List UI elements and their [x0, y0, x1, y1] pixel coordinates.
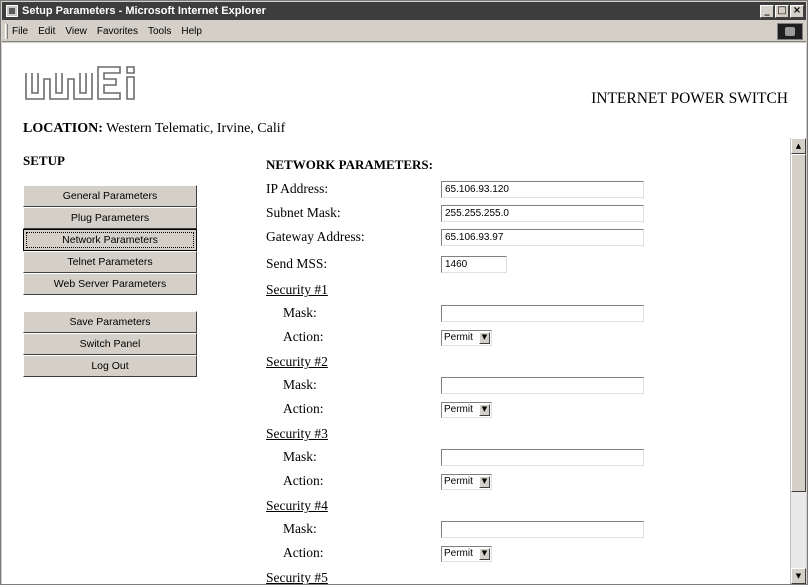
security-3-action-value: Permit [444, 476, 473, 487]
security-1-action-select[interactable]: Permit ▼ [441, 330, 492, 346]
ip-address-input[interactable]: 65.106.93.120 [441, 181, 644, 198]
security-3-mask-label: Mask: [283, 449, 317, 464]
security-4-heading-row: Security #4 [2, 496, 806, 518]
security-4-action-label: Action: [283, 545, 324, 560]
title-bar: Setup Parameters - Microsoft Internet Ex… [2, 2, 806, 20]
scroll-down-icon[interactable]: ▼ [791, 568, 806, 584]
product-banner: INTERNET POWER SWITCH [591, 90, 788, 107]
menu-file[interactable]: File [12, 25, 28, 38]
chevron-down-icon[interactable]: ▼ [479, 332, 490, 344]
location-label: LOCATION: [23, 121, 103, 136]
subnet-mask-row: Subnet Mask: 255.255.255.0 [2, 203, 806, 225]
security-1-mask-input[interactable] [441, 305, 644, 322]
maximize-button[interactable]: □ [775, 4, 789, 18]
security-2-title: Security #2 [266, 354, 328, 369]
security-2-action-select[interactable]: Permit ▼ [441, 402, 492, 418]
security-3-title: Security #3 [266, 426, 328, 441]
menu-tools[interactable]: Tools [148, 25, 171, 38]
ip-address-label: IP Address: [266, 181, 329, 196]
security-2-mask-input[interactable] [441, 377, 644, 394]
security-4-action-select[interactable]: Permit ▼ [441, 546, 492, 562]
security-1-heading-row: Security #1 [2, 280, 806, 302]
ie-app-icon [6, 5, 18, 17]
security-4-mask-row: Mask: [2, 519, 806, 541]
security-4-mask-label: Mask: [283, 521, 317, 536]
toolbar-grip [5, 23, 8, 39]
location-value: Western Telematic, Irvine, Calif [106, 121, 286, 136]
menu-edit[interactable]: Edit [38, 25, 55, 38]
security-2-action-row: Action: Permit ▼ [2, 399, 806, 421]
menu-favorites[interactable]: Favorites [97, 25, 138, 38]
security-3-action-label: Action: [283, 473, 324, 488]
security-2-action-value: Permit [444, 404, 473, 415]
security-3-mask-input[interactable] [441, 449, 644, 466]
scrollbar-thumb[interactable] [791, 154, 806, 492]
subnet-mask-label: Subnet Mask: [266, 205, 341, 220]
security-3-heading-row: Security #3 [2, 424, 806, 446]
security-2-action-label: Action: [283, 401, 324, 416]
send-mss-label: Send MSS: [266, 256, 328, 271]
security-2-mask-row: Mask: [2, 375, 806, 397]
security-1-title: Security #1 [266, 282, 328, 297]
security-1-action-value: Permit [444, 332, 473, 343]
security-4-action-value: Permit [444, 548, 473, 559]
vertical-scrollbar[interactable]: ▲ ▼ [790, 138, 806, 584]
subnet-mask-input[interactable]: 255.255.255.0 [441, 205, 644, 222]
network-parameters-heading: NETWORK PARAMETERS: [266, 157, 433, 172]
gateway-row: Gateway Address: 65.106.93.97 [2, 227, 806, 249]
security-2-mask-label: Mask: [283, 377, 317, 392]
security-3-mask-row: Mask: [2, 447, 806, 469]
windows-logo-icon [777, 23, 803, 40]
location-line: LOCATION: Western Telematic, Irvine, Cal… [23, 121, 285, 137]
security-1-mask-row: Mask: [2, 303, 806, 325]
ip-address-row: IP Address: 65.106.93.120 [2, 179, 806, 201]
wti-logo [24, 65, 144, 103]
security-3-action-select[interactable]: Permit ▼ [441, 474, 492, 490]
security-4-mask-input[interactable] [441, 521, 644, 538]
setup-heading: SETUP [23, 153, 65, 168]
security-1-action-row: Action: Permit ▼ [2, 327, 806, 349]
minimize-button[interactable]: _ [760, 4, 774, 18]
browser-window: Setup Parameters - Microsoft Internet Ex… [0, 0, 808, 585]
gateway-address-input[interactable]: 65.106.93.97 [441, 229, 644, 246]
window-title: Setup Parameters - Microsoft Internet Ex… [22, 5, 266, 17]
security-4-title: Security #4 [266, 498, 328, 513]
chevron-down-icon[interactable]: ▼ [479, 404, 490, 416]
window-controls: _ □ × [759, 4, 804, 18]
menu-view[interactable]: View [65, 25, 87, 38]
security-5-heading-row: Security #5 [2, 568, 806, 584]
page-content: INTERNET POWER SWITCH LOCATION: Western … [2, 43, 806, 584]
security-4-action-row: Action: Permit ▼ [2, 543, 806, 565]
menu-help[interactable]: Help [181, 25, 202, 38]
security-1-mask-label: Mask: [283, 305, 317, 320]
security-2-heading-row: Security #2 [2, 352, 806, 374]
menu-bar: File Edit View Favorites Tools Help [2, 21, 806, 42]
chevron-down-icon[interactable]: ▼ [479, 476, 490, 488]
close-button[interactable]: × [790, 4, 804, 18]
scroll-up-icon[interactable]: ▲ [791, 138, 806, 154]
security-3-action-row: Action: Permit ▼ [2, 471, 806, 493]
chevron-down-icon[interactable]: ▼ [479, 548, 490, 560]
gateway-address-label: Gateway Address: [266, 229, 365, 244]
security-1-action-label: Action: [283, 329, 324, 344]
send-mss-input[interactable]: 1460 [441, 256, 507, 273]
send-mss-row: Send MSS: 1460 [2, 254, 806, 276]
security-5-title: Security #5 [266, 570, 328, 584]
